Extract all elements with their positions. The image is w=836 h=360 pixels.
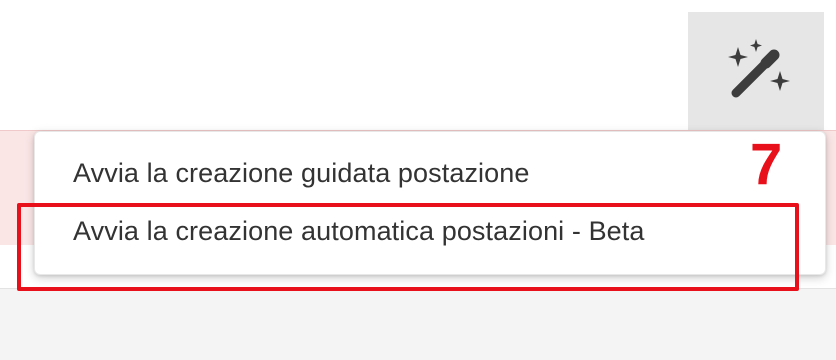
annotation-highlight-box	[17, 203, 799, 291]
annotation-callout-number: 7	[750, 132, 783, 197]
menu-item-guided-creation[interactable]: Avvia la creazione guidata postazione	[73, 158, 530, 189]
content-area	[0, 289, 836, 360]
magic-wand-sparkles-icon	[728, 39, 790, 98]
magic-wand-button[interactable]	[688, 12, 824, 130]
